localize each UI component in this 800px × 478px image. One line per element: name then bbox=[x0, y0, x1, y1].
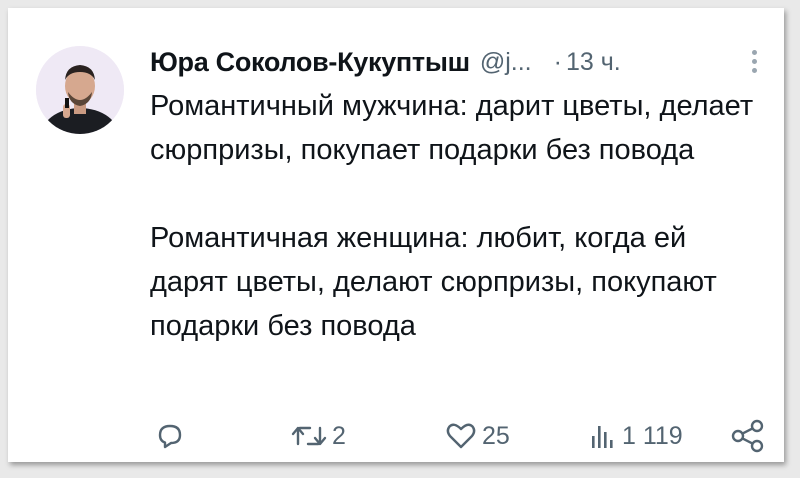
like-count: 25 bbox=[482, 421, 510, 450]
like-button[interactable]: 25 bbox=[444, 418, 510, 454]
reply-icon bbox=[158, 424, 182, 449]
tweet-time[interactable]: 13 ч. bbox=[566, 48, 621, 77]
reply-button[interactable] bbox=[154, 418, 190, 454]
avatar-image bbox=[36, 46, 124, 134]
share-button[interactable] bbox=[730, 418, 766, 454]
retweet-icon bbox=[291, 426, 327, 446]
tweet-paragraph-2: Романтичная женщина: любит, когда ей дар… bbox=[150, 222, 717, 342]
retweet-button[interactable]: 2 bbox=[290, 418, 346, 454]
action-bar: 2 25 1 119 bbox=[148, 418, 773, 454]
author-handle[interactable]: @j... bbox=[480, 48, 532, 77]
heart-icon bbox=[446, 423, 476, 449]
tweet-text: Романтичный мужчина: дарит цветы, делает… bbox=[150, 84, 770, 348]
tweet-paragraph-1: Романтичный мужчина: дарит цветы, делает… bbox=[150, 90, 754, 166]
tweet-header: Юра Соколов-Кукуптыш @j... · 13 ч. bbox=[150, 42, 764, 82]
share-icon bbox=[731, 419, 764, 453]
more-options-icon[interactable] bbox=[744, 46, 764, 78]
retweet-count: 2 bbox=[332, 421, 346, 450]
avatar[interactable] bbox=[36, 46, 124, 134]
tweet-card[interactable]: Юра Соколов-Кукуптыш @j... · 13 ч. Роман… bbox=[8, 8, 784, 462]
separator-dot: · bbox=[553, 47, 562, 76]
views-button[interactable]: 1 119 bbox=[588, 418, 683, 454]
author-name[interactable]: Юра Соколов-Кукуптыш bbox=[150, 47, 470, 78]
views-icon bbox=[592, 426, 613, 448]
views-count: 1 119 bbox=[622, 421, 683, 450]
